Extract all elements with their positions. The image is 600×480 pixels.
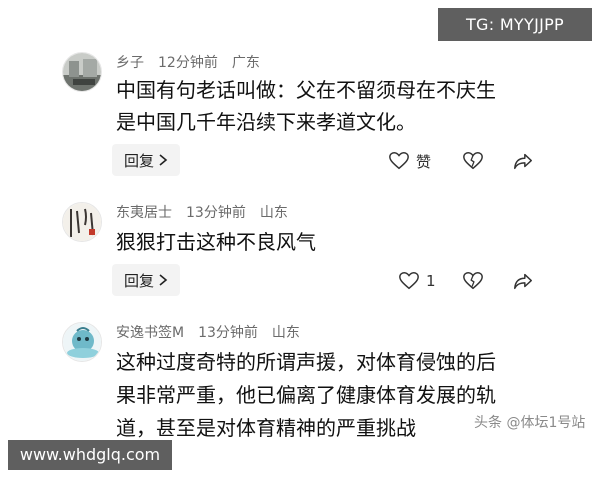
reply-label: 回复 bbox=[123, 271, 154, 290]
comment-line: 是中国几千年沿续下来孝道文化。 bbox=[116, 110, 416, 134]
comment-meta: 乡子 12分钟前 广东 bbox=[116, 52, 274, 72]
location: 山东 bbox=[271, 325, 300, 341]
broken-heart-icon bbox=[463, 272, 483, 290]
timestamp: 12分钟前 bbox=[158, 55, 218, 71]
reply-button[interactable]: 回复 bbox=[112, 144, 180, 176]
comment-meta: 东夷居士 13分钟前 山东 bbox=[116, 202, 302, 222]
chevron-right-icon bbox=[159, 274, 168, 286]
broken-heart-icon bbox=[463, 152, 483, 170]
dislike-button[interactable] bbox=[462, 148, 484, 174]
comment-actions: 回复 赞 bbox=[0, 144, 600, 178]
timestamp: 13分钟前 bbox=[186, 205, 246, 221]
comment-text: 狠狠打击这种不良风气 bbox=[116, 226, 556, 258]
username[interactable]: 安逸书签M bbox=[116, 325, 184, 341]
location: 广东 bbox=[231, 55, 260, 71]
location: 山东 bbox=[259, 205, 288, 221]
avatar[interactable] bbox=[62, 52, 102, 92]
toutiao-watermark: 头条 @体坛1号站 bbox=[474, 415, 586, 431]
avatar[interactable] bbox=[62, 322, 102, 362]
timestamp: 13分钟前 bbox=[198, 325, 258, 341]
reply-label: 回复 bbox=[123, 151, 154, 170]
share-arrow-icon bbox=[514, 153, 532, 170]
like-label: 赞 bbox=[416, 152, 432, 171]
heart-icon bbox=[399, 272, 419, 290]
share-button[interactable] bbox=[512, 268, 534, 294]
comment-text: 中国有句老话叫做：父在不留须母在不庆生 是中国几千年沿续下来孝道文化。 bbox=[116, 74, 556, 138]
comment-actions: 回复 1 bbox=[0, 264, 600, 298]
like-count: 1 bbox=[426, 272, 436, 290]
like-button[interactable]: 赞 bbox=[388, 148, 431, 174]
share-button[interactable] bbox=[512, 148, 534, 174]
heart-icon bbox=[389, 152, 409, 170]
comment-line: 这种过度奇特的所谓声援，对体育侵蚀的后 bbox=[116, 350, 496, 374]
avatar[interactable] bbox=[62, 202, 102, 242]
reply-button[interactable]: 回复 bbox=[112, 264, 180, 296]
tg-watermark-badge: TG: MYYJJPP bbox=[438, 8, 592, 41]
like-button[interactable]: 1 bbox=[398, 268, 436, 294]
chevron-right-icon bbox=[159, 154, 168, 166]
site-watermark: www.whdglq.com bbox=[8, 440, 172, 470]
username[interactable]: 东夷居士 bbox=[116, 205, 172, 221]
comment-line: 果非常严重，他已偏离了健康体育发展的轨 bbox=[116, 383, 496, 407]
comment-line: 狠狠打击这种不良风气 bbox=[116, 230, 316, 254]
comment-meta: 安逸书签M 13分钟前 山东 bbox=[116, 322, 314, 342]
username[interactable]: 乡子 bbox=[116, 55, 144, 71]
share-arrow-icon bbox=[514, 273, 532, 290]
comment-line: 中国有句老话叫做：父在不留须母在不庆生 bbox=[116, 78, 496, 102]
dislike-button[interactable] bbox=[462, 268, 484, 294]
